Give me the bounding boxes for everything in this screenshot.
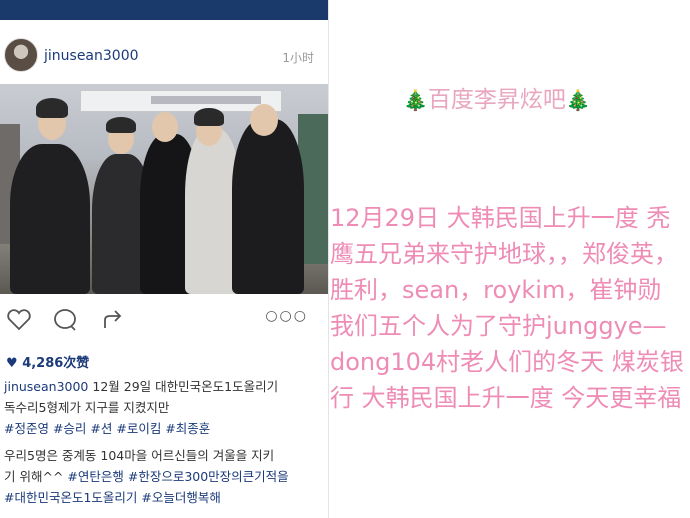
caption-line-3: 우리5명은 중계동 104마을 어르신들의 겨울을 지키: [4, 448, 275, 463]
caption-line-4: 기 위해^^: [4, 469, 68, 484]
christmas-tree-icon: 🎄: [403, 88, 428, 112]
person-4-hat: [194, 108, 224, 126]
like-heart-icon: ♥: [6, 356, 18, 371]
person-3-head: [152, 112, 178, 142]
person-2-hat: [106, 117, 136, 133]
person-1: [10, 144, 90, 294]
post-username[interactable]: jinusean3000: [44, 48, 139, 64]
avatar[interactable]: [4, 38, 38, 72]
person-1-hat: [36, 98, 68, 118]
instagram-post: jinusean3000 1小时 ○○○ ♥ 4,286次赞 jinusean3…: [0, 0, 329, 518]
caption-tags-1[interactable]: #정준영 #승리 #션 #로이킴 #최종훈: [4, 418, 322, 439]
caption-line-1: 12월 29일 대한민국온도1도올리기: [92, 379, 279, 394]
post-header: jinusean3000 1小时: [0, 28, 328, 76]
person-5-head: [250, 104, 278, 136]
heart-icon[interactable]: [6, 308, 32, 332]
caption-line-2: 독수리5형제가 지구를 지켰지만: [4, 400, 170, 415]
christmas-tree-icon: 🎄: [565, 88, 591, 112]
translation-text: 12月29日 大韩民国上升一度 秃鹰五兄弟来守护地球，，郑俊英，胜利，sean，…: [330, 204, 684, 412]
like-count[interactable]: ♥ 4,286次赞: [6, 352, 89, 371]
more-dots-icon[interactable]: ○○○: [265, 308, 308, 324]
share-icon[interactable]: [100, 308, 126, 332]
post-caption: jinusean3000 12월 29일 대한민국온도1도올리기 독수리5형제가…: [4, 376, 322, 508]
caption-username[interactable]: jinusean3000: [4, 379, 88, 394]
status-bar: [0, 0, 328, 20]
watermark-title: 🎄百度李昇炫吧🎄: [403, 80, 591, 114]
caption-tags-3[interactable]: #대한민국온도1도올리기 #오늘더행복해: [4, 487, 322, 508]
caption-tags-2[interactable]: #연탄은행 #한장으로300만장의큰기적을: [67, 469, 288, 484]
post-actions: ○○○: [0, 300, 328, 340]
photo-banner: [80, 90, 282, 112]
comment-icon[interactable]: [52, 308, 78, 332]
post-photo[interactable]: [0, 84, 328, 294]
person-5: [232, 119, 304, 294]
post-time: 1小时: [282, 51, 314, 65]
watermark-text: 百度李昇炫吧: [427, 87, 566, 113]
